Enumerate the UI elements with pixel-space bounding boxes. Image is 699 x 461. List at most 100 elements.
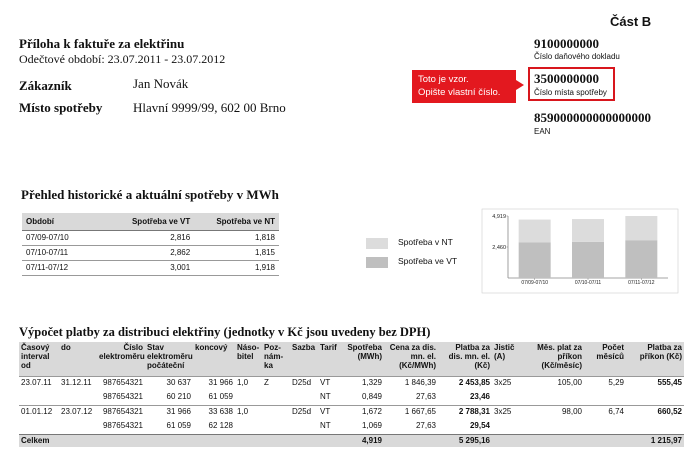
history-header: Spotřeba ve VT [110,213,195,231]
calc-cell [235,418,262,434]
calc-cell: 31 966 [193,375,235,389]
history-cell: 2,816 [110,230,195,246]
calc-header: Časový interval od [19,342,59,376]
consumption-chart: 2,460 4,919 07/09-07/10 07/10-07/11 07/11-07… [481,208,679,294]
calc-cell [524,418,584,434]
tax-doc-caption: Číslo daňového dokladu [534,52,620,61]
table-row: 07/11-07/12 3,001 1,918 [22,260,279,276]
table-row: 07/09-07/10 2,816 1,818 [22,230,279,246]
history-cell: 07/11-07/12 [22,260,110,276]
table-row: 07/10-07/11 2,862 1,815 [22,245,279,261]
customer-value: Jan Novák [133,76,189,91]
place-caption: Číslo místa spotřeby [534,88,607,97]
calc-header: Stav elektroměru počáteční [145,342,193,376]
total-row: Celkem 4,919 5 295,16 1 215,97 [19,433,684,447]
calc-cell: 61 059 [208,392,233,402]
calc-cell: 987654321 [102,421,143,431]
calc-header: Platba za dis. mn. el. (Kč) [438,342,492,376]
calc-cell: 3x25 [492,375,524,389]
calculation-title: Výpočet platby za distribuci elektřiny (… [19,325,431,339]
calc-cell [492,418,524,434]
history-header-row: Období Spotřeba ve VT Spotřeba ve NT [22,213,279,231]
total-input-payment: 1 215,97 [626,433,684,447]
calc-cell: 1 846,39 [384,375,438,389]
calc-cell: 987654321 [97,404,145,418]
calc-cell: 62 128 [208,421,233,431]
calc-cell: 555,45 [626,375,684,389]
ean-number: 859000000000000000 [534,110,651,125]
billing-period: Odečtové období: 23.07.2011 - 23.07.2012 [19,52,226,66]
calc-header: Počet měsíců [584,342,626,376]
callout-line-2: Opište vlastní číslo. [418,87,501,98]
calc-cell: 1,0 [235,375,262,389]
x-tick-label: 07/11-07/12 [628,280,655,286]
calc-cell: 1,069 [361,421,382,431]
calc-cell: D25d [290,375,318,389]
calc-cell: 23.07.12 [59,404,97,418]
calc-cell: 2 453,85 [438,375,492,389]
bar-segment [572,241,604,278]
history-header: Období [22,213,110,231]
part-label: Část B [610,14,652,29]
calc-cell: 5,29 [584,375,626,389]
calc-cell: 23.07.11 [19,375,59,389]
calc-cell: 987654321 [102,392,143,402]
calc-cell [262,404,290,418]
calc-cell [584,418,626,434]
callout-line-1: Toto je vzor. [418,74,469,85]
calc-cell [492,389,524,405]
total-label: Celkem [19,433,342,447]
calc-cell: 27,63 [415,392,436,402]
tax-doc-number: 9100000000 [534,36,599,51]
calculation-table: Časový interval od do Číslo elektroměru … [19,342,684,447]
table-row: 01.01.12 23.07.12 987654321 31 966 33 63… [19,404,684,418]
total-empty [384,433,438,447]
calc-cell [584,389,626,405]
calc-cell: 6,74 [584,404,626,418]
calc-cell [524,389,584,405]
bar-segment [625,240,658,278]
calc-cell: Z [262,375,290,389]
calc-cell: 29,54 [469,421,490,431]
total-distribution-payment: 5 295,16 [438,433,492,447]
calc-cell: D25d [290,404,318,418]
history-header: Spotřeba ve NT [194,213,279,231]
calc-header: Měs. plat za příkon (Kč/měsíc) [524,342,584,376]
place-number: 3500000000 [534,71,599,86]
calc-cell: 31 966 [145,404,193,418]
table-row: 23.07.11 31.12.11 987654321 30 637 31 96… [19,375,684,389]
x-tick-label: 07/09-07/10 [521,280,548,286]
legend-swatch-nt [366,238,388,249]
calc-cell: 987654321 [97,375,145,389]
calc-header: Sazba [290,342,318,376]
calc-cell: 60 210 [166,392,191,402]
calc-cell: 105,00 [524,375,584,389]
history-cell: 07/10-07/11 [22,245,110,261]
bar-segment [518,242,551,278]
calc-cell: 1,0 [235,404,262,418]
calc-cell: 30 637 [145,375,193,389]
calc-cell [290,418,318,434]
total-consumption: 4,919 [342,433,384,447]
calc-cell: 31.12.11 [59,375,97,389]
calc-cell [59,418,97,434]
legend-swatch-vt [366,257,388,268]
calc-cell: 33 638 [193,404,235,418]
history-cell: 3,001 [110,260,195,276]
calc-cell: 2 788,31 [438,404,492,418]
document-title: Příloha k faktuře za elektřinu [19,36,185,51]
legend-label-vt: Spotřeba ve VT [398,256,458,266]
history-table: Období Spotřeba ve VT Spotřeba ve NT 07/… [22,213,279,276]
calc-cell [626,389,684,405]
y-tick-label: 4,919 [492,214,506,220]
calc-cell: 3x25 [492,404,524,418]
history-cell: 1,918 [194,260,279,276]
calc-header: Cena za dis. mn. el. (Kč/MWh) [384,342,438,376]
calc-header: Platba za příkon (Kč) [626,342,684,376]
calc-header: Spotřeba (MWh) [342,342,384,376]
customer-label: Zákazník [19,78,72,93]
calc-header: Náso-bitel [235,342,262,376]
calc-cell: 660,52 [626,404,684,418]
calc-cell [290,389,318,405]
calc-cell [262,389,290,405]
